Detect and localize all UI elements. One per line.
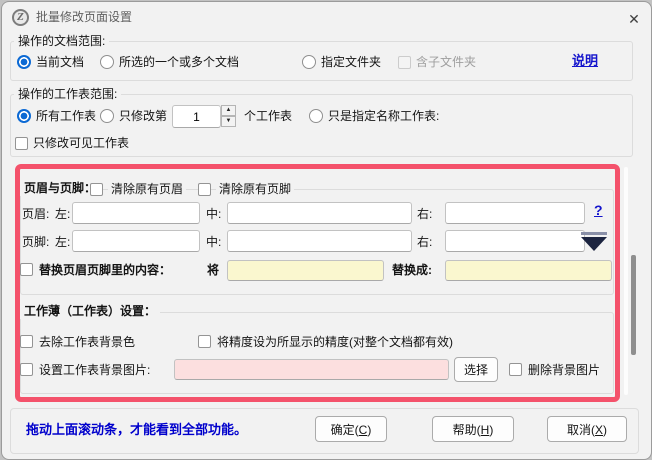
scrollbar[interactable] (620, 164, 638, 400)
radio-named-sheets-label[interactable]: 只是指定名称工作表: (328, 109, 439, 124)
checkbox-delete-bg-image[interactable] (509, 363, 522, 376)
choose-file-button[interactable]: 选择 (454, 357, 498, 382)
radio-nth-sheet[interactable] (100, 109, 114, 123)
header-right-input[interactable] (445, 202, 585, 224)
footer-left-label: 左: (55, 235, 70, 250)
header-row-label: 页眉: (22, 207, 49, 222)
checkbox-remove-bg-color-label[interactable]: 去除工作表背景色 (39, 335, 135, 350)
spinner-down-icon[interactable]: ▼ (221, 116, 236, 127)
radio-current-doc[interactable] (17, 55, 31, 69)
checkbox-include-subfolder-label: 含子文件夹 (416, 55, 476, 70)
footer-row-label: 页脚: (22, 235, 49, 250)
scrollbar-thumb[interactable] (631, 255, 636, 355)
radio-specify-folder-label[interactable]: 指定文件夹 (321, 55, 381, 70)
checkbox-clear-header-label[interactable]: 清除原有页眉 (108, 182, 186, 197)
footer-right-label: 右: (417, 235, 432, 250)
cancel-button[interactable]: 取消(X) (547, 416, 627, 442)
doc-scope-legend: 操作的文档范围: (14, 34, 109, 49)
replace-to-label: 替换成: (392, 263, 432, 278)
workbook-group (20, 312, 614, 394)
radio-all-sheets-label[interactable]: 所有工作表 (36, 109, 96, 124)
ok-button-text: 确定( (331, 423, 359, 437)
cancel-button-text: 取消( (567, 423, 595, 437)
doc-scope-help-link[interactable]: 说明 (572, 53, 598, 68)
header-center-label: 中: (206, 207, 221, 222)
expand-down-icon-triangle[interactable] (581, 237, 607, 251)
dialog-batch-page-setup: Z 批量修改页面设置 ✕ 操作的文档范围: 当前文档 所选的一个或多个文档 指定… (1, 1, 652, 460)
checkbox-set-bg-image[interactable] (20, 363, 33, 376)
radio-selected-docs-label[interactable]: 所选的一个或多个文档 (119, 55, 239, 70)
footer-center-input[interactable] (227, 230, 412, 252)
checkbox-set-precision-label[interactable]: 将精度设为所显示的精度(对整个文档都有效) (217, 335, 453, 350)
footer-right-input[interactable] (445, 230, 585, 252)
radio-specify-folder[interactable] (302, 55, 316, 69)
close-icon[interactable]: ✕ (621, 7, 647, 31)
checkbox-remove-bg-color[interactable] (20, 335, 33, 348)
expand-down-icon[interactable] (581, 232, 607, 235)
checkbox-set-bg-image-label[interactable]: 设置工作表背景图片: (39, 363, 150, 378)
app-icon: Z (12, 9, 29, 26)
radio-named-sheets[interactable] (309, 109, 323, 123)
checkbox-replace-content[interactable] (20, 263, 33, 276)
radio-selected-docs[interactable] (100, 55, 114, 69)
checkbox-clear-footer-label[interactable]: 清除原有页脚 (216, 182, 294, 197)
replace-from-input[interactable] (227, 260, 384, 281)
checkbox-set-precision[interactable] (198, 335, 211, 348)
header-left-input[interactable] (72, 202, 200, 224)
header-right-label: 右: (417, 207, 432, 222)
cancel-button-close-paren: ) (603, 423, 607, 437)
bg-image-path-input[interactable] (174, 359, 449, 380)
workbook-legend: 工作薄（工作表）设置： (20, 304, 160, 319)
sheet-number-input[interactable] (172, 105, 221, 128)
header-footer-legend: 页眉与页脚： (20, 181, 100, 196)
cancel-button-accel: X (595, 423, 603, 437)
checkbox-delete-bg-image-label[interactable]: 删除背景图片 (528, 363, 600, 378)
window-title: 批量修改页面设置 (36, 10, 132, 25)
scroll-hint-text: 拖动上面滚动条，才能看到全部功能。 (26, 422, 247, 437)
ok-button[interactable]: 确定(C) (315, 416, 387, 442)
radio-nth-sheet-label[interactable]: 只修改第 (119, 109, 167, 124)
header-center-input[interactable] (227, 202, 412, 224)
spinner-up-icon[interactable]: ▲ (221, 105, 236, 116)
checkbox-include-subfolder (398, 56, 411, 69)
help-button[interactable]: 帮助(H) (432, 416, 514, 442)
footer-left-input[interactable] (72, 230, 200, 252)
radio-current-doc-label[interactable]: 当前文档 (36, 55, 84, 70)
checkbox-replace-content-label[interactable]: 替换页眉页脚里的内容： (39, 263, 171, 278)
help-button-close-paren: ) (489, 423, 493, 437)
replace-from-label: 将 (207, 263, 219, 278)
scrollbar-track[interactable] (624, 167, 628, 395)
radio-all-sheets[interactable] (17, 109, 31, 123)
header-left-label: 左: (55, 207, 70, 222)
checkbox-clear-header[interactable] (90, 183, 103, 196)
header-help-link[interactable]: ? (594, 203, 603, 218)
ok-button-close-paren: ) (367, 423, 371, 437)
replace-to-input[interactable] (445, 260, 612, 281)
checkbox-visible-sheets-only-label[interactable]: 只修改可见工作表 (33, 136, 129, 151)
nth-sheet-suffix-label: 个工作表 (244, 109, 292, 124)
help-button-text: 帮助( (453, 423, 481, 437)
sheet-scope-legend: 操作的工作表范围: (14, 87, 121, 102)
checkbox-clear-footer[interactable] (198, 183, 211, 196)
checkbox-visible-sheets-only[interactable] (15, 137, 28, 150)
footer-center-label: 中: (206, 235, 221, 250)
